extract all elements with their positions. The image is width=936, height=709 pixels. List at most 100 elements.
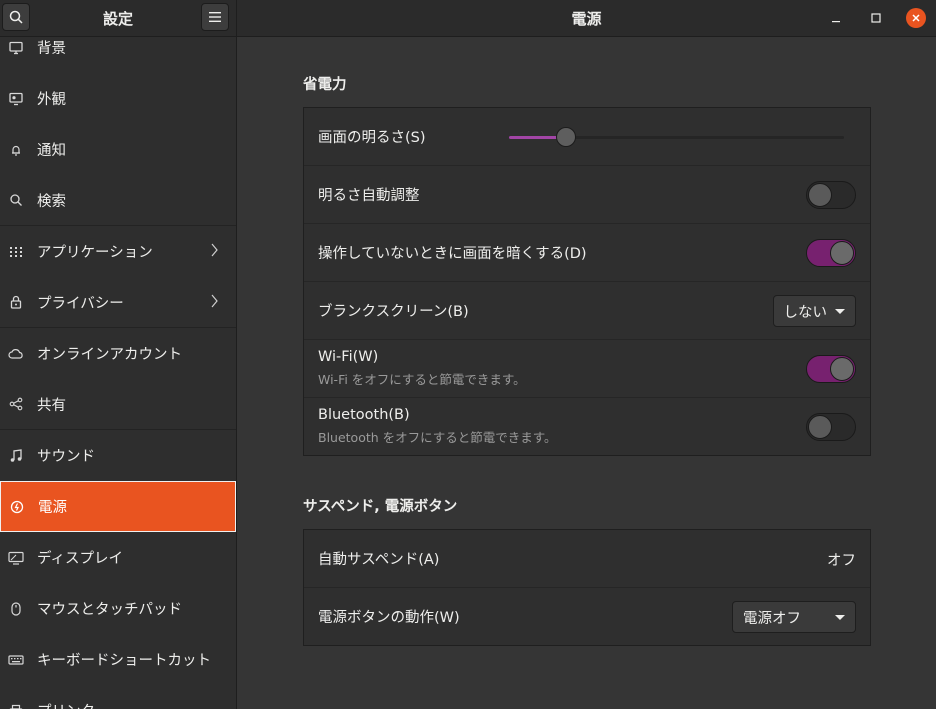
sidebar-item[interactable]: 検索	[0, 175, 236, 226]
share-icon	[8, 396, 24, 412]
sidebar-item[interactable]: プリンター	[0, 685, 236, 709]
hamburger-icon	[209, 11, 221, 22]
brightness-row: 画面の明るさ(S)	[304, 108, 870, 166]
page-title: 電源	[571, 9, 602, 28]
keyboard-icon	[8, 652, 24, 668]
auto-brightness-label: 明るさ自動調整	[318, 188, 420, 204]
window-controls	[816, 5, 926, 31]
sidebar-item[interactable]: マウスとタッチパッド	[0, 583, 236, 634]
maximize-button[interactable]	[856, 5, 896, 31]
sidebar: 背景外観通知検索アプリケーション プライバシーオンラインアカウント 共有サウンド電源…	[0, 37, 237, 709]
sidebar-item[interactable]: 背景	[0, 37, 236, 73]
main-panel: 省電力 画面の明るさ(S) 明るさ自動調整 操作していないときに画面を暗くする(…	[237, 37, 936, 709]
sidebar-list: 背景外観通知検索アプリケーション プライバシーオンラインアカウント 共有サウンド電源…	[0, 37, 236, 709]
dim-screen-row: 操作していないときに画面を暗くする(D)	[304, 224, 870, 282]
sidebar-item-label: サウンド	[37, 449, 95, 465]
blank-screen-value: しない	[783, 304, 828, 321]
bell-icon	[8, 142, 24, 158]
apps-grid-icon	[8, 244, 24, 260]
sidebar-item[interactable]: プライバシー	[0, 277, 236, 328]
chevron-down-icon	[835, 308, 845, 314]
power-button-label: 電源ボタンの動作(W)	[318, 610, 460, 626]
suspend-frame: 自動サスペンド(A) オフ 電源ボタンの動作(W) 電源オフ	[303, 529, 871, 646]
wifi-row: Wi-Fi(W) Wi-Fi をオフにすると節電できます。	[304, 340, 870, 398]
bluetooth-switch[interactable]	[806, 413, 856, 441]
sidebar-item-label: オンラインアカウント	[37, 347, 182, 363]
sidebar-item-label: 通知	[37, 143, 66, 159]
auto-suspend-label: 自動サスペンド(A)	[318, 552, 440, 568]
switch-knob	[830, 241, 854, 265]
search-button[interactable]	[2, 2, 30, 31]
close-icon	[912, 13, 920, 22]
sidebar-item-label: プライバシー	[37, 295, 124, 312]
maximize-icon	[871, 12, 881, 23]
search-icon	[9, 10, 23, 24]
sidebar-header: 設定	[0, 0, 237, 37]
sidebar-item-label: 共有	[37, 397, 66, 414]
auto-brightness-row: 明るさ自動調整	[304, 166, 870, 224]
chevron-right-icon	[211, 243, 218, 261]
power-button-dropdown[interactable]: 電源オフ	[732, 601, 856, 633]
bluetooth-description: Bluetooth をオフにすると節電できます。	[318, 430, 557, 445]
auto-suspend-value: オフ	[827, 553, 856, 569]
music-note-icon	[8, 448, 24, 464]
wifi-description: Wi-Fi をオフにすると節電できます。	[318, 372, 526, 387]
sidebar-item[interactable]: 電源	[0, 481, 236, 532]
dim-screen-label: 操作していないときに画面を暗くする(D)	[318, 246, 587, 262]
wifi-label: Wi-Fi(W)	[318, 349, 379, 365]
section-title-suspend: サスペンド, 電源ボタン	[303, 499, 458, 515]
chevron-right-icon	[211, 294, 218, 312]
chevron-down-icon	[835, 614, 845, 620]
mouse-icon	[8, 601, 24, 617]
sidebar-item[interactable]: ディスプレイ	[0, 532, 236, 583]
sidebar-item-label: 外観	[37, 92, 66, 108]
dim-screen-switch[interactable]	[806, 239, 856, 267]
cloud-icon	[8, 346, 24, 362]
sidebar-item[interactable]: 外観	[0, 73, 236, 124]
sidebar-item[interactable]: サウンド	[0, 430, 236, 481]
sidebar-item-label: 背景	[37, 41, 66, 57]
menu-button[interactable]	[201, 2, 229, 31]
minimize-icon	[832, 20, 840, 22]
blank-screen-dropdown[interactable]: しない	[772, 295, 856, 327]
sidebar-item-label: ディスプレイ	[37, 551, 123, 567]
minimize-button[interactable]	[816, 5, 856, 31]
power-icon	[9, 499, 25, 515]
switch-knob	[808, 415, 832, 439]
sidebar-item[interactable]: オンラインアカウント	[0, 328, 236, 379]
blank-screen-label: ブランクスクリーン(B)	[318, 304, 469, 320]
header-bar: 設定 電源	[0, 0, 936, 37]
app-title: 設定	[102, 9, 133, 28]
sidebar-item-label: アプリケーション	[37, 245, 153, 261]
sidebar-item-label: マウスとタッチパッド	[37, 602, 182, 618]
sidebar-item[interactable]: 共有	[0, 379, 236, 430]
sidebar-item[interactable]: キーボードショートカット	[0, 634, 236, 685]
sidebar-item-label: キーボードショートカット	[37, 653, 211, 669]
power-button-row: 電源ボタンの動作(W) 電源オフ	[304, 588, 870, 645]
brightness-label: 画面の明るさ(S)	[318, 130, 426, 146]
appearance-icon	[8, 91, 24, 107]
power-saving-frame: 画面の明るさ(S) 明るさ自動調整 操作していないときに画面を暗くする(D) ブ…	[303, 107, 871, 456]
brightness-slider[interactable]	[509, 127, 844, 147]
sidebar-item-label: 検索	[37, 193, 66, 210]
switch-knob	[808, 183, 832, 207]
switch-knob	[830, 357, 854, 381]
auto-brightness-switch[interactable]	[806, 181, 856, 209]
display-icon	[8, 550, 24, 566]
auto-suspend-row[interactable]: 自動サスペンド(A) オフ	[304, 530, 870, 588]
close-button[interactable]	[906, 7, 926, 28]
sidebar-item-label: 電源	[38, 500, 67, 516]
sidebar-item[interactable]: 通知	[0, 124, 236, 175]
wifi-switch[interactable]	[806, 355, 856, 383]
sidebar-item-label: プリンター	[37, 700, 110, 709]
search-icon	[8, 192, 24, 208]
power-button-value: 電源オフ	[743, 610, 801, 627]
printer-icon	[8, 703, 24, 709]
background-icon	[8, 40, 24, 56]
sidebar-item[interactable]: アプリケーション	[0, 226, 236, 277]
bluetooth-label: Bluetooth(B)	[318, 407, 410, 423]
blank-screen-row: ブランクスクリーン(B) しない	[304, 282, 870, 340]
content-header: 電源	[237, 0, 936, 37]
lock-icon	[8, 294, 24, 310]
brightness-slider-handle[interactable]	[555, 127, 576, 147]
